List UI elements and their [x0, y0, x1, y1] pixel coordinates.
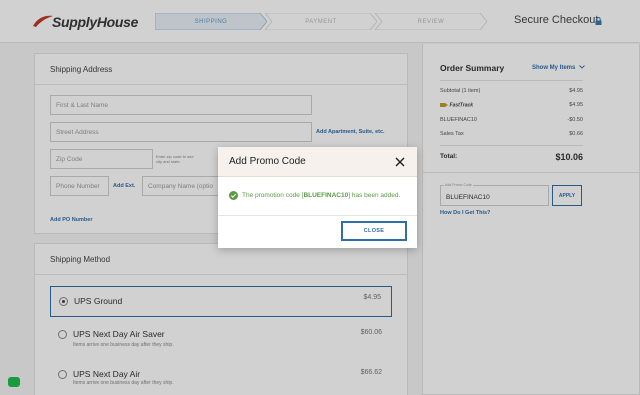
modal-header: Add Promo Code: [218, 147, 417, 177]
promo-success-message: The promotion code [BLUEFINAC10] has bee…: [242, 192, 400, 199]
modal-title: Add Promo Code: [229, 156, 306, 167]
modal-divider: [218, 215, 417, 216]
close-button[interactable]: CLOSE: [341, 221, 407, 241]
promo-code-text: BLUEFINAC10: [303, 192, 349, 199]
message-text: The promotion code [: [242, 192, 304, 199]
close-icon[interactable]: [395, 157, 405, 167]
message-text: ] has been added.: [348, 192, 401, 199]
success-check-icon: [229, 191, 238, 200]
